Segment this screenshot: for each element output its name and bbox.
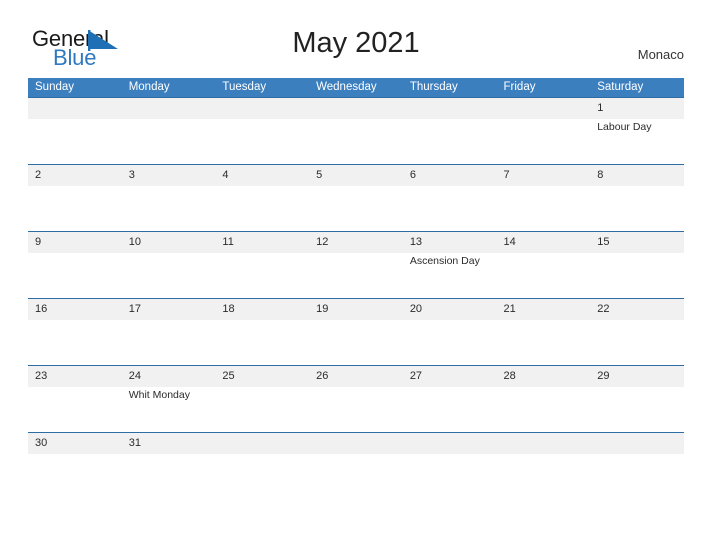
day-cell[interactable]: 7 (497, 165, 591, 231)
day-cell[interactable]: 14 (497, 232, 591, 298)
day-cell[interactable]: 30 (28, 433, 122, 465)
holiday-label: Whit Monday (128, 389, 190, 401)
day-cell[interactable]: 4 (215, 165, 309, 231)
weekday-header-friday: Friday (503, 81, 536, 93)
day-number: 5 (316, 169, 323, 181)
day-cell[interactable]: 25 (215, 366, 309, 432)
day-number: 15 (597, 236, 610, 248)
week-row: 23 24 Whit Monday 25 26 27 28 29 (28, 365, 684, 432)
day-cell[interactable]: 9 (28, 232, 122, 298)
day-cell[interactable] (497, 433, 591, 465)
day-number: 17 (128, 303, 141, 315)
weekday-header-saturday: Saturday (597, 81, 644, 93)
day-cell[interactable] (590, 433, 684, 465)
day-cell[interactable]: 12 (309, 232, 403, 298)
day-cell[interactable]: 16 (28, 299, 122, 365)
day-cell[interactable]: 22 (590, 299, 684, 365)
day-cell[interactable]: 13 Ascension Day (403, 232, 497, 298)
week-row: 16 17 18 19 20 21 22 (28, 298, 684, 365)
day-number: 12 (316, 236, 329, 248)
day-number: 4 (222, 169, 229, 181)
day-cell[interactable] (215, 98, 309, 164)
page-title: May 2021 (292, 27, 420, 59)
day-cell[interactable]: 23 (28, 366, 122, 432)
day-number: 28 (503, 370, 516, 382)
week-row: 9 10 11 12 13 Ascension Day 14 15 (28, 231, 684, 298)
day-number: 7 (503, 169, 510, 181)
week-row: 1 Labour Day (28, 97, 684, 164)
day-cell[interactable]: 8 (590, 165, 684, 231)
weekday-header-thursday: Thursday (409, 81, 458, 93)
day-number: 25 (222, 370, 235, 382)
day-cell[interactable] (403, 433, 497, 465)
week-row: 2 3 4 5 6 7 8 (28, 164, 684, 231)
day-number: 10 (128, 236, 141, 248)
day-number: 13 (409, 236, 423, 248)
weekday-header-tuesday: Tuesday (222, 81, 267, 93)
day-cell[interactable]: 11 (215, 232, 309, 298)
day-cell[interactable]: 31 (122, 433, 216, 465)
week-row: 30 31 (28, 432, 684, 465)
day-number: 29 (597, 370, 610, 382)
country-label: Monaco (637, 47, 684, 62)
day-number: 9 (35, 236, 42, 248)
day-cell[interactable]: 20 (403, 299, 497, 365)
day-number: 16 (35, 303, 48, 315)
day-number: 30 (35, 437, 48, 449)
day-number: 22 (597, 303, 610, 315)
day-number: 24 (128, 370, 141, 382)
day-cell[interactable]: 15 (590, 232, 684, 298)
day-number: 2 (35, 169, 42, 181)
day-cell[interactable] (497, 98, 591, 164)
weekday-header-wednesday: Wednesday (316, 81, 377, 93)
day-number: 26 (316, 370, 329, 382)
day-cell[interactable]: 6 (403, 165, 497, 231)
day-number: 3 (128, 169, 135, 181)
day-cell[interactable]: 27 (403, 366, 497, 432)
day-cell[interactable]: 18 (215, 299, 309, 365)
day-cell[interactable] (122, 98, 216, 164)
day-cell[interactable]: 24 Whit Monday (122, 366, 216, 432)
day-cell[interactable]: 1 Labour Day (590, 98, 684, 164)
holiday-label: Labour Day (597, 121, 652, 133)
day-number: 6 (409, 169, 416, 181)
weekday-header-row: Sunday Monday Tuesday Wednesday Thursday… (28, 78, 684, 97)
day-cell[interactable]: 29 (590, 366, 684, 432)
day-number: 14 (503, 236, 516, 248)
day-cell[interactable]: 17 (122, 299, 216, 365)
calendar-grid: Sunday Monday Tuesday Wednesday Thursday… (28, 78, 684, 465)
day-number: 27 (409, 370, 423, 382)
day-number: 8 (597, 169, 604, 181)
day-cell[interactable]: 21 (497, 299, 591, 365)
day-number: 31 (128, 437, 141, 449)
weekday-header-sunday: Sunday (35, 81, 75, 93)
day-cell[interactable]: 26 (309, 366, 403, 432)
holiday-label: Ascension Day (409, 255, 480, 267)
day-cell[interactable] (309, 98, 403, 164)
day-number: 11 (222, 236, 234, 248)
day-cell[interactable]: 28 (497, 366, 591, 432)
day-cell[interactable]: 3 (122, 165, 216, 231)
day-cell[interactable]: 2 (28, 165, 122, 231)
day-number: 1 (597, 102, 604, 114)
day-cell[interactable] (403, 98, 497, 164)
day-number: 19 (316, 303, 329, 315)
day-number: 18 (222, 303, 235, 315)
day-cell[interactable]: 5 (309, 165, 403, 231)
day-cell[interactable] (309, 433, 403, 465)
page-header: General Blue May 2021 Monaco (0, 0, 712, 76)
day-number: 20 (409, 303, 423, 315)
day-cell[interactable] (28, 98, 122, 164)
day-number: 21 (503, 303, 516, 315)
day-cell[interactable]: 10 (122, 232, 216, 298)
calendar-page: General Blue May 2021 Monaco Sunday Mond… (0, 0, 712, 550)
day-cell[interactable]: 19 (309, 299, 403, 365)
weekday-header-monday: Monday (128, 81, 170, 93)
day-cell[interactable] (215, 433, 309, 465)
day-number: 23 (35, 370, 48, 382)
